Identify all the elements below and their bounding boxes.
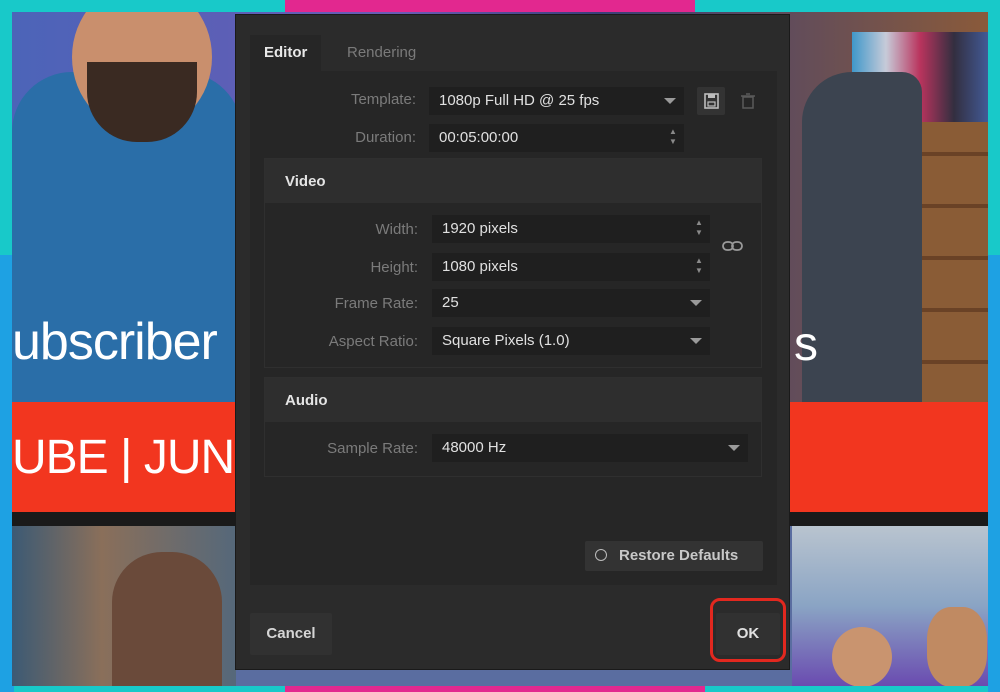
link-icon [722,241,743,251]
template-select[interactable]: 1080p Full HD @ 25 fps [429,87,684,115]
background-banner-text: UBE | JUN 6 [12,431,273,484]
delete-template-button[interactable] [737,87,759,115]
tab-bar: Editor Rendering [250,35,777,71]
restore-defaults-label: Restore Defaults [619,547,739,564]
template-label: Template: [350,91,416,108]
aspect-ratio-select[interactable]: Square Pixels (1.0) [432,327,710,355]
trash-icon [741,93,755,109]
restore-defaults-button[interactable]: Restore Defaults [585,541,763,571]
frame-top-accent [285,0,695,12]
aspect-ratio-label: Aspect Ratio: [328,333,418,350]
background-thumbnail-left-person [112,552,222,686]
height-value: 1080 pixels [442,258,518,275]
chevron-down-icon [690,338,702,344]
frame-rate-select[interactable]: 25 [432,289,710,317]
duration-label: Duration: [355,129,416,146]
ok-highlight-annotation [710,598,786,662]
height-label: Height: [370,259,418,276]
frame-rate-value: 25 [442,294,459,311]
link-aspect-toggle[interactable] [722,239,744,253]
sample-rate-label: Sample Rate: [327,440,418,457]
tab-rendering[interactable]: Rendering [333,35,430,71]
width-spinner-icon[interactable]: ▲ ▼ [694,218,704,240]
frame-rate-label: Frame Rate: [334,295,418,312]
save-template-button[interactable] [697,87,725,115]
frame-right-accent [988,255,1000,692]
chevron-down-icon [690,300,702,306]
audio-section-title: Audio [285,392,328,409]
spinner-arrows-icon[interactable]: ▲ ▼ [668,127,678,149]
sample-rate-value: 48000 Hz [442,439,507,456]
duration-value: 00:05:00:00 [439,129,519,146]
video-section-title: Video [285,173,326,190]
chevron-down-icon [728,445,740,451]
background-subscriber-text: ubscriber [12,313,218,371]
sample-rate-select[interactable]: 48000 Hz [432,434,748,462]
save-icon [704,93,719,109]
tab-editor[interactable]: Editor [250,35,322,71]
duration-field[interactable]: 00:05:00:00 ▲ ▼ [429,124,684,152]
video-section-header: Video [265,159,761,203]
aspect-ratio-value: Square Pixels (1.0) [442,332,570,349]
width-field[interactable]: 1920 pixels ▲ ▼ [432,215,710,243]
height-field[interactable]: 1080 pixels ▲ ▼ [432,253,710,281]
audio-section: Audio [264,377,762,477]
restore-icon [595,549,607,561]
project-settings-dialog: Editor Rendering Template: 1080p Full HD… [235,14,790,670]
width-label: Width: [375,221,418,238]
chevron-down-icon [664,98,676,104]
background-thumbnail-right-face-2 [927,607,987,686]
background-thumbnail-right-face [832,627,892,686]
cancel-button[interactable]: Cancel [250,613,332,655]
background-wood-panel [912,122,988,412]
width-value: 1920 pixels [442,220,518,237]
background-person-right [802,72,922,412]
audio-section-header: Audio [265,378,761,422]
height-spinner-icon[interactable]: ▲ ▼ [694,256,704,278]
template-value: 1080p Full HD @ 25 fps [439,92,600,109]
background-trailing-text: s [794,318,818,371]
